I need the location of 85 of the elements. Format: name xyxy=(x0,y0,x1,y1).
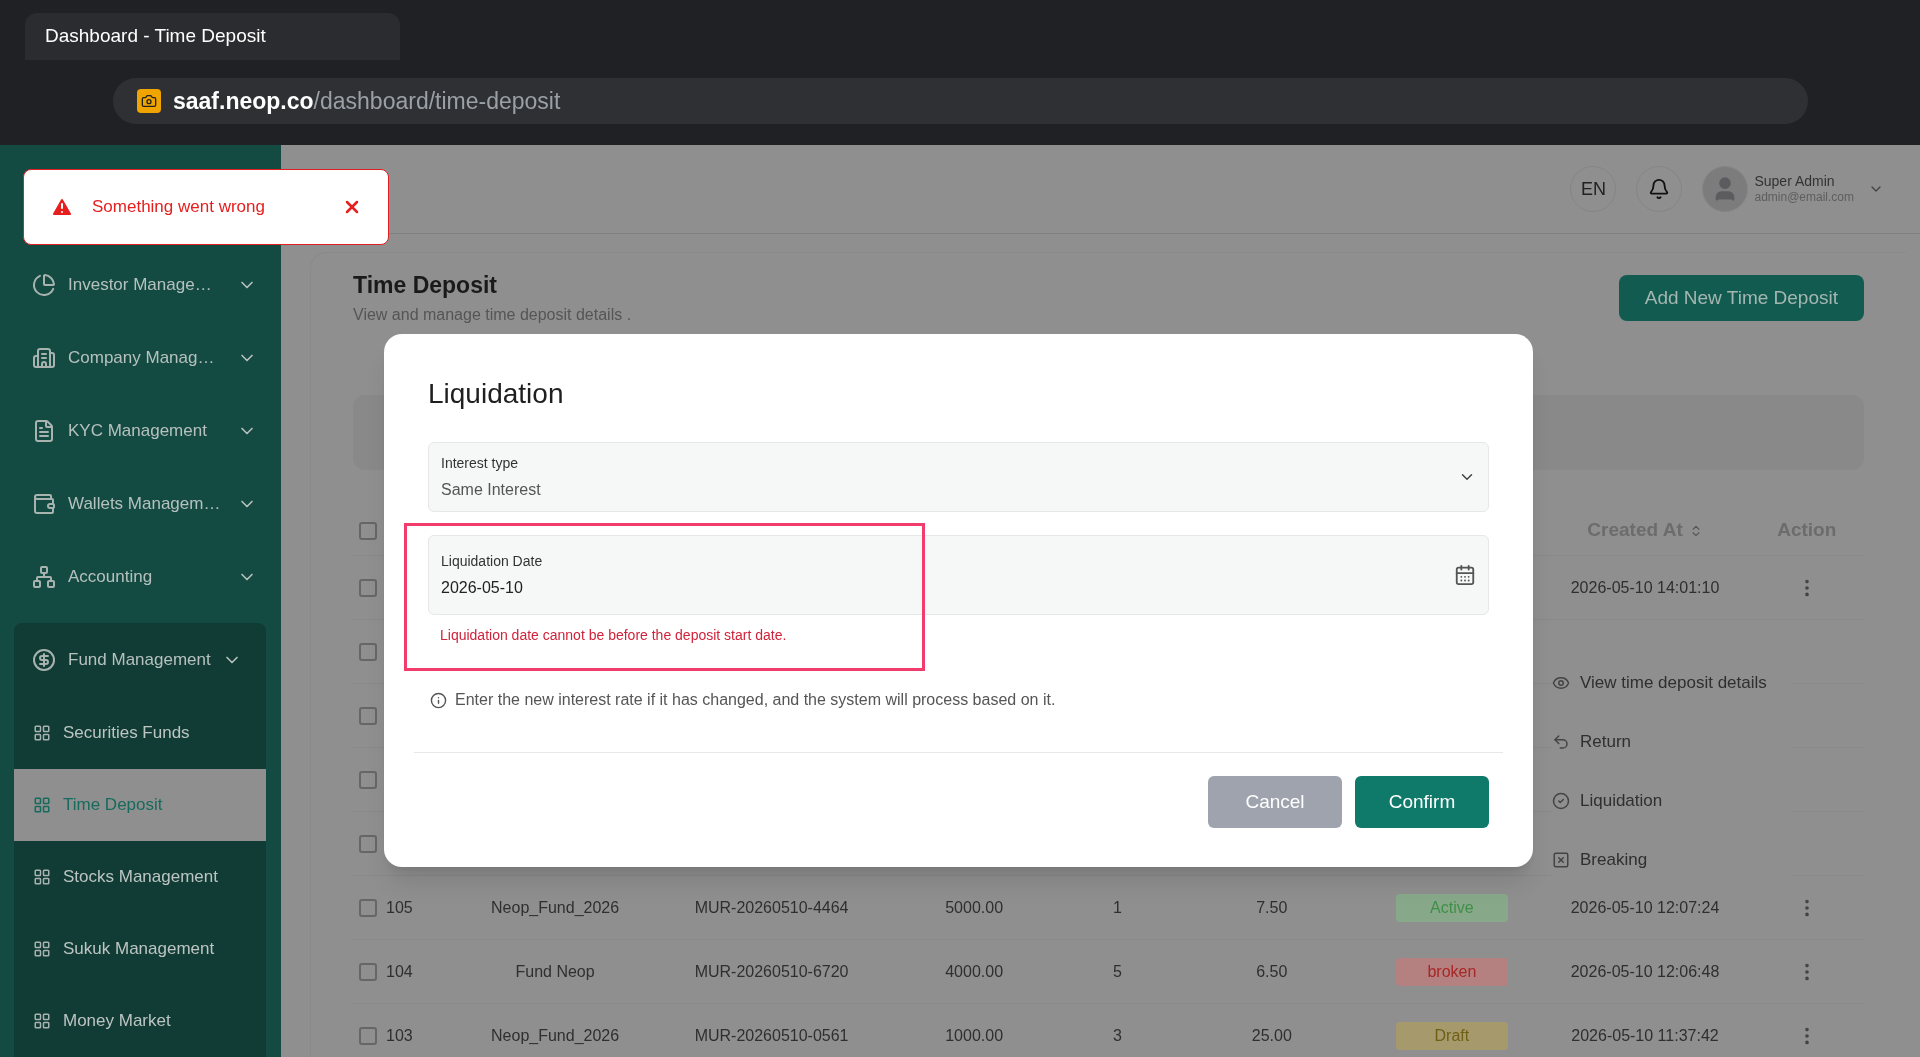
grid-icon xyxy=(33,940,51,958)
table-cell-text: 105 xyxy=(386,897,413,918)
breaking-icon xyxy=(1552,850,1570,869)
error-message: Liquidation date cannot be before the deposit start date. xyxy=(439,626,788,645)
field-value: Same Interest xyxy=(441,479,542,500)
grid-icon xyxy=(33,724,51,742)
menu-item[interactable]: View time deposit details xyxy=(1552,653,1792,712)
sidebar-item[interactable]: Wallets Managem… xyxy=(0,467,281,541)
table-cell: Neop_Fund_2026 xyxy=(491,1026,620,1044)
sidebar-subitem[interactable]: Stocks Management xyxy=(14,841,266,913)
sidebar-item[interactable]: KYC Management xyxy=(0,394,281,468)
nav-icon xyxy=(32,418,56,443)
dialog-title: Liquidation xyxy=(428,377,565,411)
table-cell: 3 xyxy=(1113,1026,1122,1044)
checkbox[interactable] xyxy=(359,770,377,789)
checkbox[interactable] xyxy=(359,706,377,725)
table-cell: 1000.00 xyxy=(945,1026,1004,1044)
table-cell: 5000.00 xyxy=(945,898,1004,916)
table-cell: 25.00 xyxy=(1251,1026,1292,1044)
checkbox[interactable] xyxy=(359,898,377,917)
menu-item[interactable]: Return xyxy=(1552,712,1792,771)
checkbox[interactable] xyxy=(359,834,377,853)
date-field[interactable]: Liquidation Date 2026-05-10 xyxy=(428,535,1489,615)
sidebar-item[interactable]: Investor Manage… xyxy=(0,248,281,322)
table-cell: 2026-05-10 11:37:42 xyxy=(1571,1026,1719,1044)
hint-text: Enter the new interest rate if it has changed, and the system will process based on it. xyxy=(455,690,1056,710)
return-icon xyxy=(1552,732,1570,751)
sidebar-subitem[interactable]: Sukuk Management xyxy=(14,913,266,985)
table-cell: MUR-20260510-4464 xyxy=(694,898,849,916)
table-cell-text: 103 xyxy=(386,1025,413,1046)
sidebar-subitem[interactable]: Securities Funds xyxy=(14,697,266,769)
calendar-icon[interactable] xyxy=(1454,564,1476,586)
address-bar[interactable]: saaf.neop.co/dashboard/time-deposit xyxy=(113,78,1808,124)
status-badge: Draft xyxy=(1395,1021,1508,1050)
nav-icon xyxy=(32,345,56,370)
grid-icon xyxy=(33,1012,51,1030)
table-cell: 7.50 xyxy=(1256,898,1288,916)
checkbox[interactable] xyxy=(359,521,377,540)
table-cell: Neop_Fund_2026 xyxy=(491,898,620,916)
sidebar-item[interactable]: Company Manag… xyxy=(0,321,281,395)
checkbox[interactable] xyxy=(359,642,377,661)
status-badge: broken xyxy=(1395,957,1508,986)
toast-message: Something went wrong xyxy=(92,196,266,219)
nav-icon xyxy=(32,648,56,672)
sidebar-item[interactable]: Fund Management xyxy=(0,623,266,697)
table-cell: 2026-05-10 12:07:24 xyxy=(1570,898,1720,916)
nav-icon xyxy=(32,491,56,516)
avatar-icon[interactable] xyxy=(1702,166,1749,212)
url-path: /dashboard/time-deposit xyxy=(313,87,561,114)
favicon-icon xyxy=(137,89,161,113)
checkbox[interactable] xyxy=(359,578,377,597)
grid-icon xyxy=(33,796,51,814)
table-cell-text: 104 xyxy=(386,961,413,982)
add-button[interactable]: Add New Time Deposit xyxy=(1618,275,1864,321)
table-cell: Fund Neop xyxy=(515,962,595,980)
table-cell: 4000.00 xyxy=(945,962,1004,980)
url-host: saaf.neop.co xyxy=(173,87,314,114)
sidebar-item[interactable]: Accounting xyxy=(0,540,281,613)
status-badge: Active xyxy=(1395,893,1508,922)
liquidation-icon xyxy=(1552,791,1570,810)
checkbox[interactable] xyxy=(359,962,377,981)
confirm-button[interactable]: Confirm xyxy=(1355,776,1489,828)
table-cell: 2026-05-10 12:06:48 xyxy=(1570,962,1720,980)
nav-icon xyxy=(32,272,56,297)
user-name: Super Admin xyxy=(1754,172,1836,191)
checkbox[interactable] xyxy=(359,1026,377,1045)
field-label: Interest type xyxy=(441,453,520,473)
sidebar-subitem[interactable]: Money Market xyxy=(14,985,266,1057)
table-cell: MUR-20260510-6720 xyxy=(694,962,849,980)
nav-icon xyxy=(32,564,56,589)
field-value: 2026-05-10 xyxy=(441,577,524,598)
page-subtitle: View and manage time deposit details . xyxy=(353,305,632,325)
info-icon xyxy=(430,691,447,709)
page-title: Time Deposit xyxy=(353,271,498,300)
menu-item[interactable]: Breaking xyxy=(1552,830,1792,889)
table-cell: 1 xyxy=(1113,898,1122,916)
field-label: Liquidation Date xyxy=(441,551,544,571)
browser-tab[interactable]: Dashboard - Time Deposit xyxy=(25,13,400,60)
grid-icon xyxy=(33,868,51,886)
table-cell: 5 xyxy=(1113,962,1122,980)
table-cell: 2026-05-10 14:01:10 xyxy=(1570,578,1720,596)
table-cell: MUR-20260510-0561 xyxy=(694,1026,849,1044)
select-field[interactable]: Interest type Same Interest xyxy=(428,442,1489,512)
table-cell: 6.50 xyxy=(1256,962,1288,980)
menu-item[interactable]: Liquidation xyxy=(1552,771,1792,830)
